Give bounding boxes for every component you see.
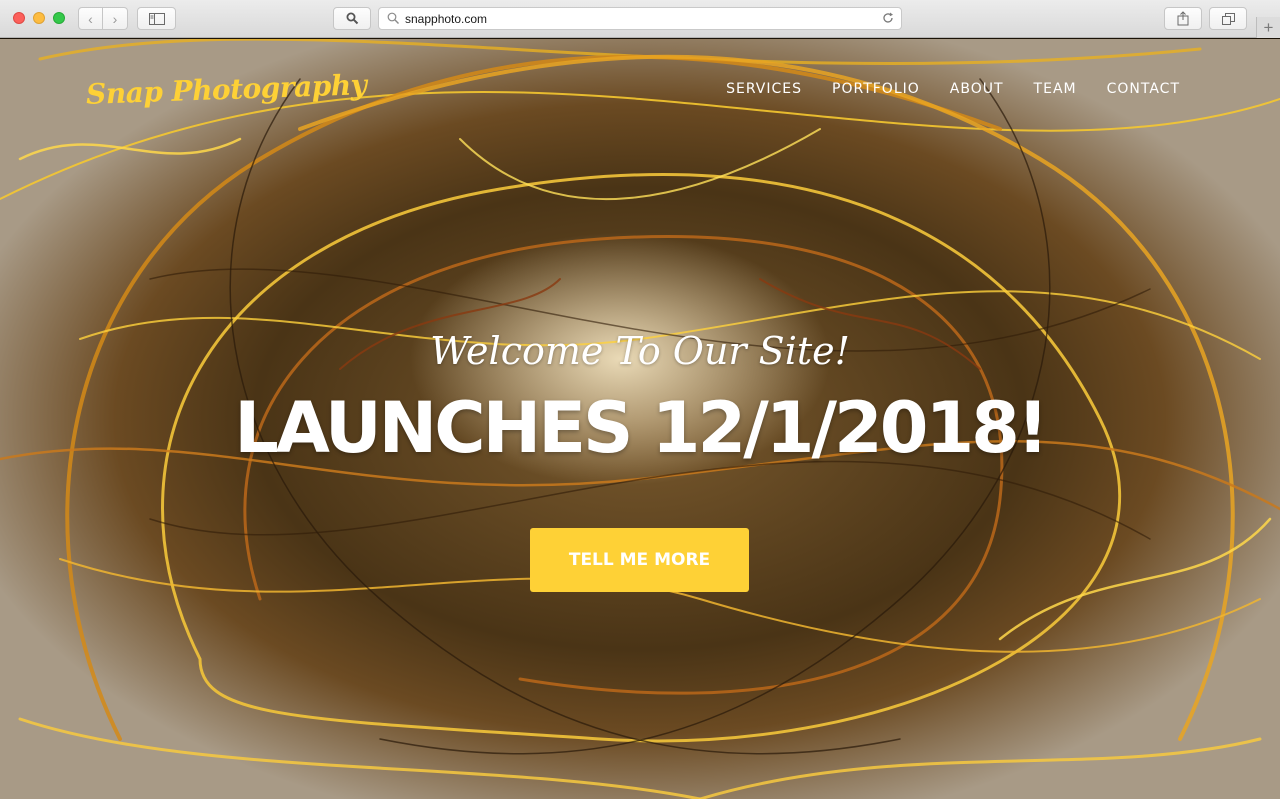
nav-link-contact[interactable]: CONTACT bbox=[1107, 81, 1180, 97]
close-window-button[interactable] bbox=[13, 12, 25, 24]
search-icon bbox=[346, 12, 358, 25]
share-icon bbox=[1177, 11, 1189, 26]
nav-link-portfolio[interactable]: PORTFOLIO bbox=[832, 81, 920, 97]
address-search-icon bbox=[387, 12, 399, 24]
tell-me-more-button[interactable]: TELL ME MORE bbox=[530, 528, 749, 592]
hero-section: Snap Photography SERVICES PORTFOLIO ABOU… bbox=[0, 39, 1280, 799]
zoom-window-button[interactable] bbox=[53, 12, 65, 24]
nav-link-services[interactable]: SERVICES bbox=[726, 81, 802, 97]
hero-text: Welcome To Our Site! LAUNCHES 12/1/2018! bbox=[0, 329, 1280, 469]
hero-lead: Welcome To Our Site! bbox=[430, 329, 850, 373]
address-bar[interactable]: snapphoto.com bbox=[378, 7, 902, 30]
nav-link-team[interactable]: TEAM bbox=[1034, 81, 1077, 97]
search-button[interactable] bbox=[333, 7, 371, 30]
tab-overview-button[interactable] bbox=[1209, 7, 1247, 30]
new-tab-button[interactable]: + bbox=[1256, 17, 1280, 38]
minimize-window-button[interactable] bbox=[33, 12, 45, 24]
forward-button[interactable]: › bbox=[103, 7, 128, 30]
sidebar-button[interactable] bbox=[137, 7, 176, 30]
back-icon: ‹ bbox=[88, 10, 93, 27]
tabs-icon bbox=[1221, 12, 1235, 25]
share-button[interactable] bbox=[1164, 7, 1202, 30]
nav-link-about[interactable]: ABOUT bbox=[950, 81, 1004, 97]
browser-toolbar: ‹ › snapphoto.com + bbox=[0, 0, 1280, 38]
reload-icon[interactable] bbox=[881, 11, 895, 25]
add-tab-icon: + bbox=[1263, 17, 1274, 37]
sidebar-icon bbox=[148, 12, 165, 25]
url-text[interactable]: snapphoto.com bbox=[405, 12, 487, 26]
site-navigation: SERVICES PORTFOLIO ABOUT TEAM CONTACT bbox=[726, 81, 1180, 97]
hero-heading: LAUNCHES 12/1/2018! bbox=[234, 387, 1049, 469]
back-button[interactable]: ‹ bbox=[78, 7, 103, 30]
forward-icon: › bbox=[112, 10, 118, 27]
